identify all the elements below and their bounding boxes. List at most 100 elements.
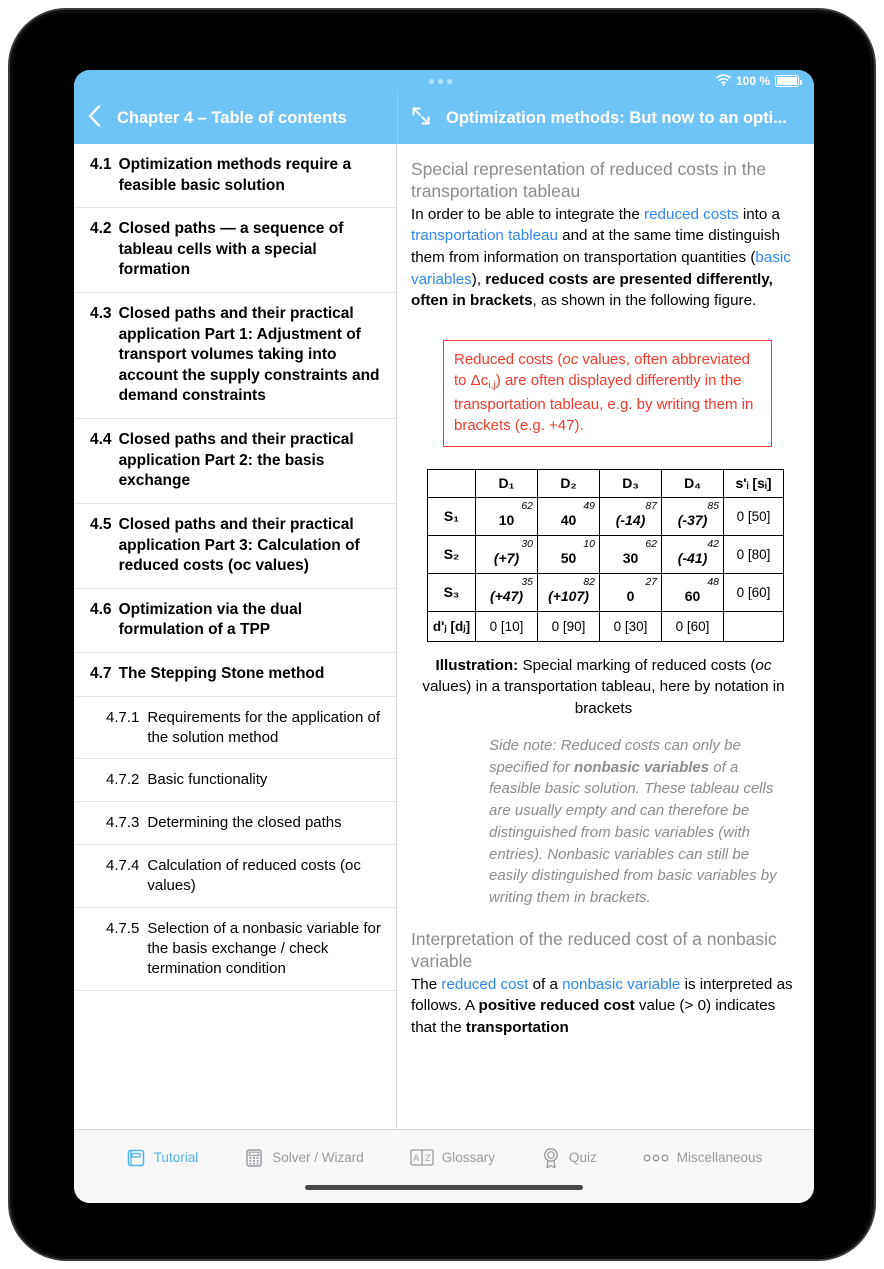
tab-tutorial[interactable]: Tutorial bbox=[126, 1148, 199, 1168]
tableau-cell: 35 (+47) bbox=[475, 573, 538, 613]
section-heading-1: Special representation of reduced costs … bbox=[411, 159, 767, 202]
toc-item-label: Determining the closed paths bbox=[147, 814, 342, 832]
tableau-cell: 62 10 bbox=[475, 497, 538, 537]
status-bar: 100 % bbox=[74, 70, 814, 92]
content-title: Optimization methods: But now to an opti… bbox=[446, 108, 787, 127]
toc-item-label: Closed paths and their practical applica… bbox=[118, 515, 360, 575]
book-icon bbox=[126, 1148, 146, 1168]
tab-label: Solver / Wizard bbox=[272, 1150, 364, 1165]
para1-text-4: ), bbox=[471, 270, 486, 288]
figure-caption: Illustration: Special marking of reduced… bbox=[421, 655, 786, 719]
toc-item-number: 4.7.1 bbox=[106, 708, 140, 726]
tutorial-content-pane[interactable]: Special representation of reduced costs … bbox=[397, 144, 814, 1129]
tab-label: Tutorial bbox=[153, 1150, 199, 1165]
toc-item-4-1[interactable]: 4.1 Optimization methods require a feasib… bbox=[74, 144, 396, 209]
tableau-row-header: S₂ bbox=[427, 535, 476, 575]
tableau-cell-value: (-41) bbox=[677, 550, 708, 567]
toc-item-label: Optimization methods require a feasible … bbox=[118, 156, 352, 194]
toc-item-4-7-2[interactable]: 4.7.2 Basic functionality bbox=[74, 759, 396, 803]
para2-text-1: The bbox=[411, 975, 442, 993]
tableau-col-header: s'ᵢ [sᵢ] bbox=[723, 469, 784, 499]
table-of-contents-list[interactable]: 4.1 Optimization methods require a feasib… bbox=[74, 144, 397, 1129]
toc-item-4-3[interactable]: 4.3 Closed paths and their practical appl… bbox=[74, 293, 396, 420]
toc-item-label: Basic functionality bbox=[147, 771, 268, 789]
toc-item-4-4[interactable]: 4.4 Closed paths and their practical appl… bbox=[74, 419, 396, 504]
toc-item-4-7-3[interactable]: 4.7.3 Determining the closed paths bbox=[74, 802, 396, 846]
toc-item-4-7-4[interactable]: 4.7.4 Calculation of reduced costs (oc va… bbox=[74, 845, 396, 909]
tab-quiz[interactable]: Quiz bbox=[541, 1147, 597, 1169]
tableau-cell: 42 (-41) bbox=[661, 535, 724, 575]
tableau-supply-cell: 0 [50] bbox=[723, 497, 784, 537]
toc-item-4-5[interactable]: 4.5 Closed paths and their practical appl… bbox=[74, 504, 396, 589]
tab-label: Miscellaneous bbox=[676, 1150, 763, 1165]
link-reduced-cost[interactable]: reduced cost bbox=[441, 976, 528, 993]
tableau-supply-cell: 0 [60] bbox=[723, 573, 784, 613]
tab-miscellaneous[interactable]: Miscellaneous bbox=[643, 1150, 763, 1165]
sidebar-title: Chapter 4 – Table of contents bbox=[117, 108, 347, 127]
toc-item-4-2[interactable]: 4.2 Closed paths — a sequence of tableau … bbox=[74, 208, 396, 294]
toc-item-4-7-1[interactable]: 4.7.1 Requirements for the application of… bbox=[74, 697, 396, 760]
award-rosette-icon bbox=[541, 1147, 561, 1169]
tableau-footer: d'ⱼ [dⱼ] 0 [10] 0 [90] 0 [30] 0 [60] bbox=[427, 611, 784, 643]
tab-glossary[interactable]: A Z Glossary bbox=[410, 1149, 495, 1166]
toc-item-label: Selection of a nonbasic variable for the… bbox=[147, 920, 381, 978]
link-reduced-costs[interactable]: reduced costs bbox=[644, 206, 739, 223]
toc-item-label: Optimization via the dual formulation of… bbox=[118, 600, 302, 639]
link-transportation-tableau[interactable]: transportation tableau bbox=[411, 227, 558, 244]
tableau-cell-value: 0 bbox=[626, 588, 635, 605]
tableau-demand-cell: 0 [10] bbox=[475, 611, 538, 643]
toc-item-number: 4.1 bbox=[90, 156, 112, 173]
tableau-cell: 87 (-14) bbox=[599, 497, 662, 537]
tableau-body: S₁ 62 10 49 40 87 (-14) 85 (-37) 0 [50] S₂ 30 (+7) 10… bbox=[427, 497, 784, 613]
tableau-cell-value: 50 bbox=[560, 550, 577, 567]
transportation-tableau-figure: D₁ D₂ D₃ D₄ s'ᵢ [sᵢ] S₁ 62 10 49 40 87 (-14) 85 (-37… bbox=[419, 469, 792, 643]
tableau-cell-value: (+107) bbox=[548, 588, 589, 605]
tableau-col-header: D₂ bbox=[537, 469, 600, 499]
bottom-tab-bar[interactable]: Tutorial Solver / Wizard A Z Glossary Quiz Mis… bbox=[74, 1129, 814, 1185]
toc-item-number: 4.4 bbox=[90, 431, 112, 449]
multitask-dots-icon[interactable] bbox=[429, 78, 452, 84]
toc-item-label: Closed paths — a sequence of tableau cel… bbox=[118, 220, 344, 279]
tableau-cell: 85 (-37) bbox=[661, 497, 724, 537]
toc-item-4-6[interactable]: 4.6 Optimization via the dual formulation… bbox=[74, 589, 396, 653]
tableau-demand-label: d'ⱼ [dⱼ] bbox=[427, 611, 476, 643]
tableau-corner-cell bbox=[427, 469, 476, 499]
home-indicator bbox=[74, 1185, 814, 1203]
main-body: 4.1 Optimization methods require a feasib… bbox=[74, 144, 814, 1129]
az-icon: AZ bbox=[410, 1149, 434, 1166]
caption-italic-oc: oc bbox=[755, 657, 772, 675]
para1-text-1: In order to be able to integrate the bbox=[411, 205, 645, 223]
toc-item-number: 4.7.2 bbox=[106, 771, 140, 789]
toc-item-4-7-5[interactable]: 4.7.5 Selection of a nonbasic variable fo… bbox=[74, 908, 396, 992]
transportation-tableau: D₁ D₂ D₃ D₄ s'ᵢ [sᵢ] S₁ 62 10 49 40 87 (-14) 85 (-37… bbox=[427, 469, 784, 643]
link-nonbasic-variable[interactable]: nonbasic variable bbox=[562, 976, 680, 993]
caption-text-2: values) in a transportation tableau, her… bbox=[422, 678, 785, 717]
tableau-row: S₃ 35 (+47) 82 (+107) 27 0 48 60 0 [60] bbox=[427, 573, 784, 613]
red-note-text-1: Reduced costs ( bbox=[454, 350, 563, 368]
toc-item-4-7[interactable]: 4.7 The Stepping Stone method bbox=[74, 653, 396, 697]
tableau-supply-cell: 0 [80] bbox=[723, 535, 784, 575]
expand-arrows-icon[interactable] bbox=[410, 105, 432, 132]
toc-item-label: Requirements for the application of the … bbox=[147, 708, 381, 746]
toc-item-number: 4.3 bbox=[90, 305, 112, 323]
red-note-italic-oc: oc bbox=[562, 350, 579, 368]
battery-full-icon bbox=[775, 75, 802, 87]
caption-text-1: Special marking of reduced costs ( bbox=[518, 657, 756, 675]
red-note-subscript: i,j bbox=[488, 379, 496, 392]
tablet-device-frame: 100 % Chapter 4 – Table of contents Opti… bbox=[8, 8, 876, 1261]
red-callout-box: Reduced costs (oc values, often abbrevia… bbox=[443, 339, 772, 448]
tableau-cell: 27 0 bbox=[599, 573, 662, 613]
toc-item-number: 4.7 bbox=[90, 664, 112, 682]
tableau-cell: 30 (+7) bbox=[475, 535, 538, 575]
side-note-text-2: of a feasible basic solution. These tabl… bbox=[489, 758, 777, 907]
tableau-row-header: S₁ bbox=[427, 497, 476, 537]
tableau-col-header: D₄ bbox=[661, 469, 724, 499]
battery-percent-label: 100 % bbox=[735, 74, 770, 88]
toc-item-number: 4.7.3 bbox=[106, 814, 140, 832]
tab-solver-wizard[interactable]: Solver / Wizard bbox=[244, 1148, 364, 1168]
side-note-bold: nonbasic variables bbox=[574, 758, 710, 776]
tableau-cell: 62 30 bbox=[599, 535, 662, 575]
tableau-cell: 48 60 bbox=[661, 573, 724, 613]
chevron-left-icon[interactable] bbox=[88, 104, 101, 132]
svg-text:A: A bbox=[413, 1153, 419, 1163]
